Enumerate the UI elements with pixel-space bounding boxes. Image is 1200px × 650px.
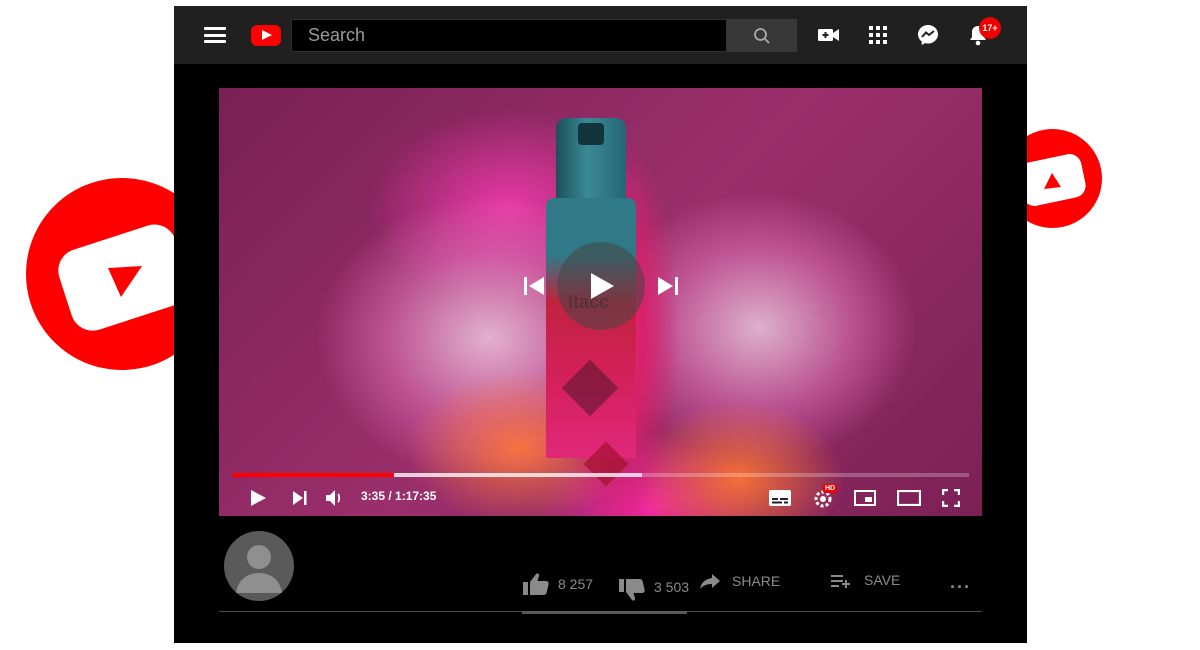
menu-icon[interactable] bbox=[204, 27, 226, 43]
share-button[interactable]: SHARE bbox=[698, 572, 780, 590]
settings-button[interactable]: HD bbox=[809, 484, 839, 509]
time-display: 3:35 / 1:17:35 bbox=[361, 489, 437, 503]
more-button[interactable]: ... bbox=[950, 572, 971, 593]
theater-icon bbox=[897, 490, 921, 506]
progress-bar[interactable] bbox=[232, 473, 969, 477]
next-video-button[interactable] bbox=[289, 487, 311, 509]
skip-next-icon bbox=[293, 491, 307, 505]
avatar[interactable] bbox=[224, 531, 294, 601]
dislike-count: 3 503 bbox=[654, 579, 690, 595]
volume-button[interactable] bbox=[323, 487, 347, 509]
share-icon bbox=[700, 574, 720, 589]
like-count: 8 257 bbox=[558, 576, 594, 592]
youtube-window: 17+ ltacc bbox=[174, 6, 1027, 643]
messages-button[interactable] bbox=[916, 23, 940, 47]
user-icon bbox=[236, 545, 282, 593]
notification-badge: 17+ bbox=[979, 17, 1001, 39]
save-label: SAVE bbox=[864, 572, 901, 588]
logo-icon[interactable] bbox=[251, 25, 281, 46]
messenger-icon bbox=[918, 25, 938, 45]
dislike-button[interactable]: 3 503 bbox=[618, 572, 689, 602]
search-icon bbox=[754, 27, 770, 44]
apps-grid-icon bbox=[869, 26, 887, 44]
progress-played bbox=[232, 473, 395, 477]
video-camera-icon bbox=[818, 29, 839, 41]
scrollbar[interactable] bbox=[522, 611, 687, 614]
miniplayer-button[interactable] bbox=[851, 487, 879, 509]
fullscreen-icon bbox=[942, 489, 960, 507]
apps-button[interactable] bbox=[866, 23, 890, 47]
miniplayer-icon bbox=[854, 490, 876, 506]
theater-mode-button[interactable] bbox=[895, 487, 923, 509]
search-input[interactable] bbox=[291, 19, 727, 52]
thumbs-up-icon bbox=[523, 573, 549, 595]
next-button[interactable] bbox=[655, 274, 681, 298]
fullscreen-button[interactable] bbox=[939, 487, 963, 509]
share-label: SHARE bbox=[732, 573, 781, 589]
save-button[interactable]: SAVE bbox=[830, 572, 900, 588]
volume-icon bbox=[326, 490, 341, 506]
search-button[interactable] bbox=[727, 19, 797, 52]
thumbs-down-icon bbox=[619, 579, 645, 601]
subtitles-icon bbox=[769, 490, 791, 506]
add-to-playlist-icon bbox=[831, 575, 850, 588]
play-icon bbox=[591, 273, 614, 299]
previous-button[interactable] bbox=[521, 274, 547, 298]
top-bar: 17+ bbox=[174, 6, 1027, 64]
skip-next-icon bbox=[658, 277, 678, 295]
play-icon bbox=[251, 490, 266, 506]
create-button[interactable] bbox=[817, 23, 841, 47]
play-pause-overlay-button[interactable] bbox=[557, 242, 645, 330]
more-icon: ... bbox=[950, 572, 972, 592]
skip-previous-icon bbox=[524, 277, 544, 295]
hd-badge: HD bbox=[823, 484, 838, 493]
subtitles-button[interactable] bbox=[767, 487, 793, 509]
video-player[interactable]: ltacc bbox=[219, 88, 982, 516]
play-button[interactable] bbox=[247, 487, 269, 509]
like-button[interactable]: 8 257 bbox=[522, 572, 593, 596]
